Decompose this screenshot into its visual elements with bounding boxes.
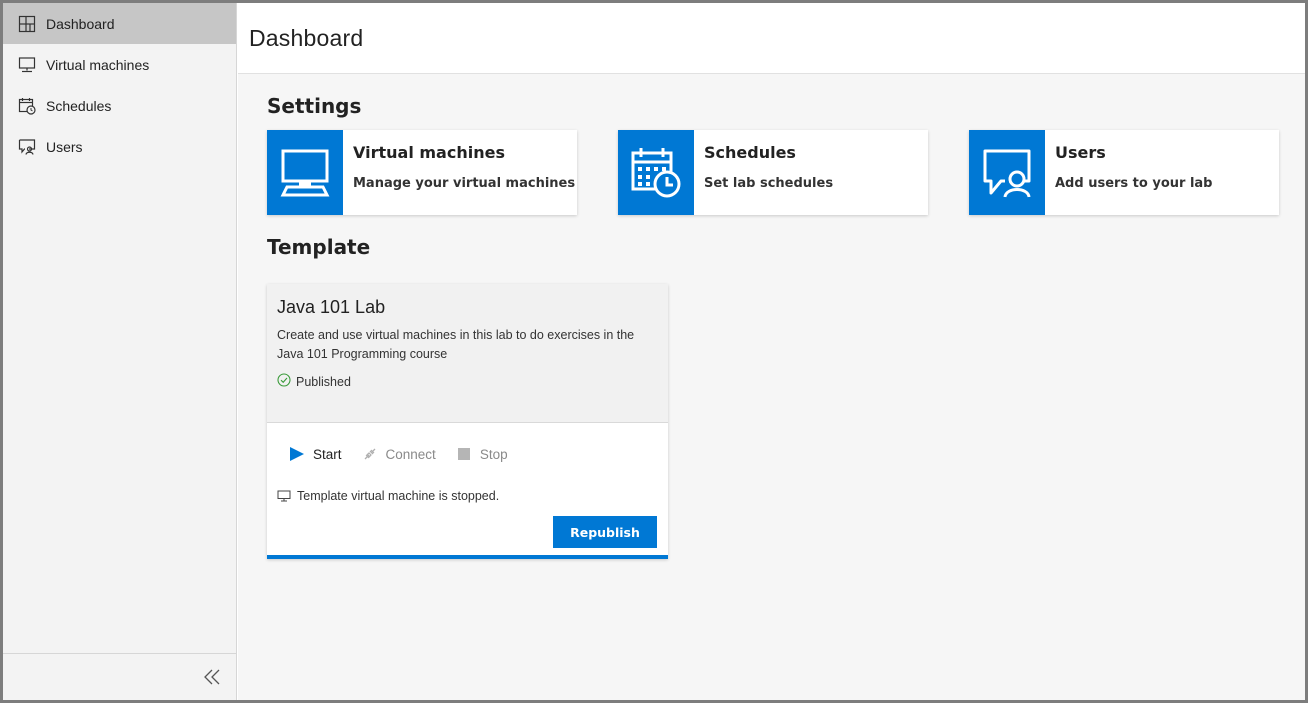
tile-virtual-machines[interactable]: Virtual machines Manage your virtual mac… <box>267 130 577 215</box>
calendar-clock-icon <box>618 130 694 215</box>
main-content: Dashboard Settings Virtual machines Mana… <box>238 3 1305 700</box>
user-chat-icon <box>18 138 36 156</box>
tile-title: Virtual machines <box>353 143 505 162</box>
template-title: Java 101 Lab <box>277 297 386 317</box>
tile-subtitle: Manage your virtual machines <box>353 176 576 191</box>
sidebar-item-label: Virtual machines <box>46 56 150 73</box>
plug-icon <box>364 448 375 460</box>
status-badge: Published <box>277 373 658 390</box>
stop-button[interactable]: Stop <box>456 446 508 462</box>
calendar-clock-icon <box>18 97 36 115</box>
monitor-icon <box>277 490 291 502</box>
vm-status: Template virtual machine is stopped. <box>277 489 499 503</box>
sidebar-item-users[interactable]: Users <box>3 126 236 167</box>
page-title: Dashboard <box>249 25 364 51</box>
republish-button[interactable]: Republish <box>553 516 657 548</box>
settings-section-title: Settings <box>267 94 362 118</box>
template-card: Java 101 Lab Create and use virtual mach… <box>267 284 668 559</box>
sidebar-item-label: Schedules <box>46 97 112 114</box>
page-header: Dashboard <box>238 3 1305 74</box>
user-chat-icon <box>969 130 1045 215</box>
tile-users[interactable]: Users Add users to your lab <box>969 130 1279 215</box>
monitor-icon <box>18 56 36 74</box>
connect-button[interactable]: Connect <box>362 446 436 462</box>
check-circle-icon <box>277 373 296 390</box>
start-label: Start <box>313 446 342 462</box>
template-section-title: Template <box>267 235 371 259</box>
sidebar-item-label: Dashboard <box>46 15 115 32</box>
app-window: Dashboard Virtual machines Schedules Use… <box>0 0 1308 703</box>
double-chevron-left-icon[interactable] <box>202 667 222 687</box>
start-button[interactable]: Start <box>289 446 342 462</box>
status-text: Published <box>296 374 351 389</box>
sidebar-item-schedules[interactable]: Schedules <box>3 85 236 126</box>
tile-title: Users <box>1055 143 1106 162</box>
vm-actions: Start Connect Stop <box>289 446 528 462</box>
tile-title: Schedules <box>704 143 796 162</box>
stop-icon <box>457 448 470 460</box>
tile-subtitle: Set lab schedules <box>704 176 834 191</box>
sidebar-item-label: Users <box>46 138 83 155</box>
vm-status-text: Template virtual machine is stopped. <box>297 489 500 503</box>
tile-subtitle: Add users to your lab <box>1055 176 1213 191</box>
dashboard-icon <box>18 15 36 33</box>
template-description: Create and use virtual machines in this … <box>277 328 635 361</box>
sidebar-item-dashboard[interactable]: Dashboard <box>3 3 236 44</box>
template-card-header: Java 101 Lab Create and use virtual mach… <box>267 284 668 423</box>
sidebar: Dashboard Virtual machines Schedules Use… <box>3 3 237 700</box>
stop-label: Stop <box>479 446 508 462</box>
connect-label: Connect <box>385 446 436 462</box>
sidebar-item-virtual-machines[interactable]: Virtual machines <box>3 44 236 85</box>
sidebar-footer <box>3 653 236 700</box>
monitor-icon <box>267 130 343 215</box>
play-icon <box>290 447 304 461</box>
tile-schedules[interactable]: Schedules Set lab schedules <box>618 130 928 215</box>
